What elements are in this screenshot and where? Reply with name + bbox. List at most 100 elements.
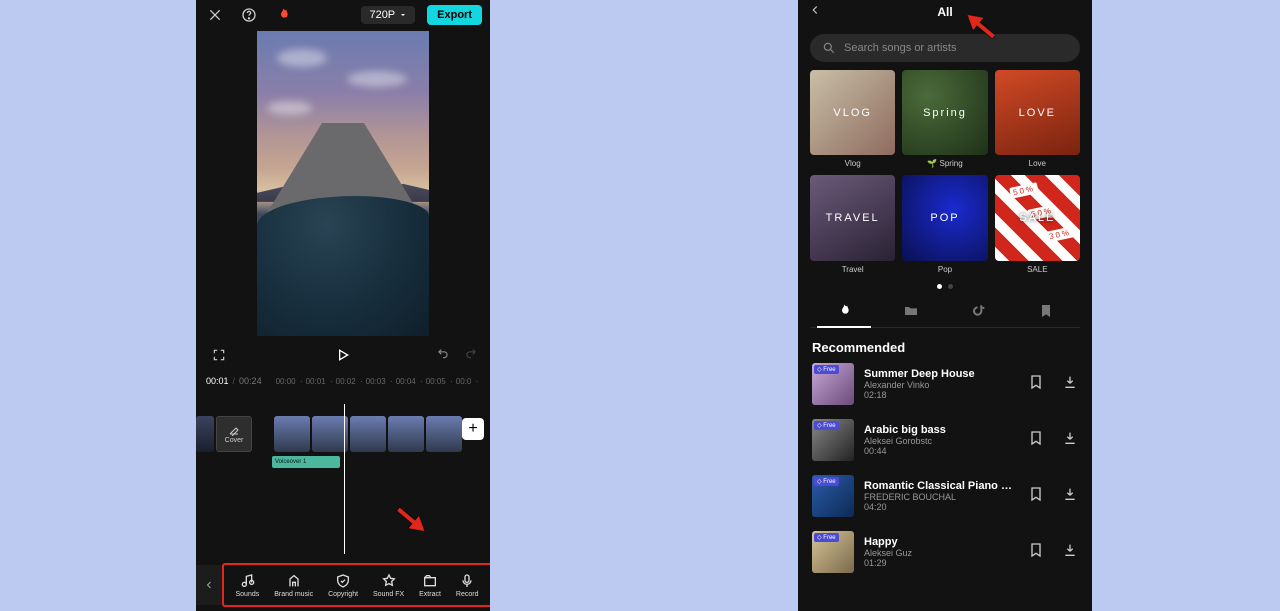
song-duration: 02:18 bbox=[864, 390, 1018, 400]
song-thumb: ◇ Free bbox=[812, 475, 854, 517]
flame-icon bbox=[836, 303, 852, 319]
tab-folder[interactable] bbox=[878, 295, 946, 327]
ruler-tick: 00:01 bbox=[306, 377, 326, 386]
search-placeholder: Search songs or artists bbox=[844, 42, 957, 54]
bookmark-button[interactable] bbox=[1028, 374, 1044, 393]
category-tile: POP bbox=[902, 175, 987, 260]
page-dot[interactable] bbox=[948, 284, 953, 289]
tab-tiktok[interactable] bbox=[945, 295, 1013, 327]
category-vlog[interactable]: VLOG Vlog bbox=[810, 70, 895, 168]
download-button[interactable] bbox=[1062, 430, 1078, 449]
undo-button[interactable] bbox=[436, 346, 450, 365]
category-travel[interactable]: TRAVELTravel bbox=[810, 175, 895, 273]
song-thumb: ◇ Free bbox=[812, 419, 854, 461]
song-title: Happy bbox=[864, 536, 1018, 548]
transport-bar bbox=[196, 336, 490, 374]
flame-icon[interactable] bbox=[272, 4, 294, 26]
search-input[interactable]: Search songs or artists bbox=[810, 34, 1080, 62]
ruler-tick: 00:02 bbox=[336, 377, 356, 386]
sounds-tool[interactable]: Sounds bbox=[235, 573, 259, 598]
audio-tools-bar: Sounds Brand music Copyright Sound FX Ex… bbox=[196, 559, 490, 611]
category-label: Pop bbox=[938, 265, 952, 274]
category-spring[interactable]: Spring 🌱 Spring bbox=[902, 70, 987, 168]
free-badge: ◇ Free bbox=[814, 365, 839, 374]
ruler-tick: 00:05 bbox=[426, 377, 446, 386]
category-sale[interactable]: 50%50%30%SALE SALE bbox=[995, 175, 1080, 273]
help-icon[interactable] bbox=[238, 4, 260, 26]
category-label: Travel bbox=[842, 265, 864, 274]
record-tool[interactable]: Record bbox=[456, 573, 479, 598]
page-dots bbox=[798, 284, 1092, 289]
song-artist: Alexander Vinko bbox=[864, 380, 1018, 390]
play-button[interactable] bbox=[333, 345, 353, 365]
playhead[interactable] bbox=[344, 404, 345, 554]
copyright-tool[interactable]: Copyright bbox=[328, 573, 358, 598]
music-topbar: All bbox=[798, 0, 1092, 24]
resolution-button[interactable]: 720P bbox=[361, 6, 415, 24]
ruler-tick: 00:0 bbox=[456, 377, 472, 386]
category-love[interactable]: LOVE Love bbox=[995, 70, 1080, 168]
category-label: 🌱 Spring bbox=[927, 159, 962, 168]
timeline[interactable]: Cover + Voiceover 1 bbox=[196, 396, 490, 474]
voiceover-clip[interactable]: Voiceover 1 bbox=[272, 456, 340, 468]
timecode-bar: 00:01 / 00:24 00:0000:0100:0200:0300:040… bbox=[196, 374, 490, 390]
close-icon[interactable] bbox=[204, 4, 226, 26]
song-duration: 04:20 bbox=[864, 502, 1018, 512]
brand-music-tool[interactable]: Brand music bbox=[274, 573, 313, 598]
editor-topbar: 720P Export bbox=[196, 0, 490, 30]
tiktok-icon bbox=[971, 303, 987, 319]
ruler-tick: 00:03 bbox=[366, 377, 386, 386]
song-title: Romantic Classical Piano Solo bbox=[864, 480, 1018, 492]
video-preview[interactable] bbox=[257, 31, 429, 336]
category-label: Vlog bbox=[845, 159, 861, 168]
music-title: All bbox=[937, 5, 952, 19]
category-pop[interactable]: POP Pop bbox=[902, 175, 987, 273]
tab-trending[interactable] bbox=[810, 295, 878, 327]
export-button[interactable]: Export bbox=[427, 5, 482, 25]
category-tile: VLOG bbox=[810, 70, 895, 155]
song-actions bbox=[1028, 430, 1078, 449]
add-clip-button[interactable]: + bbox=[462, 418, 484, 440]
sound-fx-tool[interactable]: Sound FX bbox=[373, 573, 404, 598]
tab-bookmark[interactable] bbox=[1013, 295, 1081, 327]
bookmark-button[interactable] bbox=[1028, 430, 1044, 449]
page-dot[interactable] bbox=[937, 284, 942, 289]
category-tile: LOVE bbox=[995, 70, 1080, 155]
download-button[interactable] bbox=[1062, 486, 1078, 505]
song-row[interactable]: ◇ Free Romantic Classical Piano SoloFREDE… bbox=[812, 475, 1078, 517]
extract-tool[interactable]: Extract bbox=[419, 573, 441, 598]
song-artist: FREDERIC BOUCHAL bbox=[864, 492, 1018, 502]
category-tile: 50%50%30%SALE bbox=[995, 175, 1080, 260]
song-artist: Aleksei Guz bbox=[864, 548, 1018, 558]
song-thumb: ◇ Free bbox=[812, 531, 854, 573]
time-ruler[interactable]: 00:0000:0100:0200:0300:0400:0500:0 bbox=[276, 377, 472, 386]
category-tile: Spring bbox=[902, 70, 987, 155]
ruler-tick: 00:04 bbox=[396, 377, 416, 386]
tools-back-button[interactable] bbox=[196, 565, 222, 605]
resolution-label: 720P bbox=[369, 9, 395, 21]
fullscreen-icon[interactable] bbox=[208, 344, 230, 366]
folder-icon bbox=[903, 303, 919, 319]
song-row[interactable]: ◇ FreeHappyAleksei Guz01:29 bbox=[812, 531, 1078, 573]
annotation-arrow-icon bbox=[384, 490, 440, 546]
music-library-screen: All Search songs or artists VLOG Vlog Spri… bbox=[798, 0, 1092, 611]
song-actions bbox=[1028, 374, 1078, 393]
recommended-heading: Recommended bbox=[798, 328, 1092, 363]
free-badge: ◇ Free bbox=[814, 421, 839, 430]
download-button[interactable] bbox=[1062, 542, 1078, 561]
category-label: Love bbox=[1029, 159, 1046, 168]
redo-button[interactable] bbox=[464, 346, 478, 365]
audio-tools-strip: Sounds Brand music Copyright Sound FX Ex… bbox=[222, 563, 490, 607]
search-icon bbox=[822, 41, 836, 55]
category-label: SALE bbox=[1027, 265, 1047, 274]
download-button[interactable] bbox=[1062, 374, 1078, 393]
editor-screen: 720P Export 00:01 / 0 bbox=[196, 0, 490, 611]
song-row[interactable]: ◇ FreeArabic big bassAleksei Gorobstc00:… bbox=[812, 419, 1078, 461]
bookmark-button[interactable] bbox=[1028, 486, 1044, 505]
bookmark-button[interactable] bbox=[1028, 542, 1044, 561]
song-duration: 00:44 bbox=[864, 446, 1018, 456]
category-grid: VLOG Vlog Spring 🌱 Spring LOVE Love TRAVELTrav… bbox=[798, 70, 1092, 274]
back-button[interactable] bbox=[808, 3, 822, 22]
free-badge: ◇ Free bbox=[814, 477, 839, 486]
song-row[interactable]: ◇ FreeSummer Deep HouseAlexander Vinko02… bbox=[812, 363, 1078, 405]
